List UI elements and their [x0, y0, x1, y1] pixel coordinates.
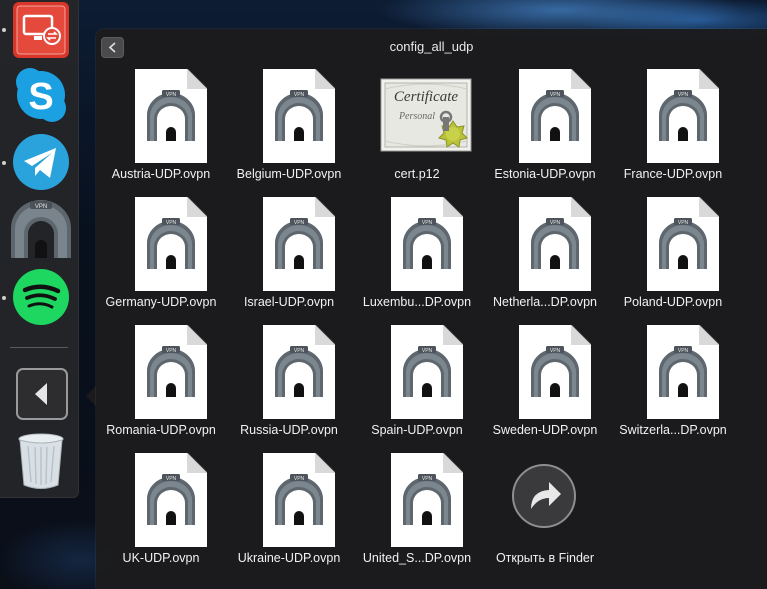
ovpn-file-item[interactable]: VPN Austria-UDP.ovpn [95, 63, 223, 183]
file-name-label: UK-UDP.ovpn [122, 551, 200, 565]
svg-text:VPN: VPN [166, 220, 177, 226]
svg-text:VPN: VPN [678, 348, 689, 354]
ovpn-file-item[interactable]: VPN France-UDP.ovpn [607, 63, 735, 183]
ovpn-file-item[interactable]: VPN Israel-UDP.ovpn [223, 191, 351, 311]
svg-text:VPN: VPN [550, 92, 561, 98]
ovpn-file-item[interactable]: VPN UK-UDP.ovpn [95, 447, 223, 567]
file-name-label: United_S...DP.ovpn [362, 551, 472, 565]
folder-stack-dock-icon[interactable] [10, 366, 72, 422]
file-name-label: Luxembu...DP.ovpn [362, 295, 472, 309]
file-name-label: Poland-UDP.ovpn [623, 295, 723, 309]
svg-text:VPN: VPN [422, 348, 433, 354]
stack-title: config_all_udp [389, 39, 474, 54]
file-name-label: Ukraine-UDP.ovpn [237, 551, 341, 565]
svg-text:VPN: VPN [166, 476, 177, 482]
remote-desktop-app-icon[interactable] [10, 0, 72, 62]
svg-text:VPN: VPN [294, 348, 305, 354]
spotify-app-icon[interactable] [10, 266, 72, 328]
svg-text:VPN: VPN [294, 476, 305, 482]
ovpn-file-icon: VPN [519, 68, 592, 163]
ovpn-file-icon: VPN [135, 324, 208, 419]
dock: S VPN [0, 0, 79, 498]
svg-text:VPN: VPN [678, 92, 689, 98]
svg-text:VPN: VPN [166, 92, 177, 98]
ovpn-file-icon: VPN [391, 324, 464, 419]
ovpn-file-icon: VPN [135, 196, 208, 291]
ovpn-file-item[interactable]: VPN Estonia-UDP.ovpn [479, 63, 607, 183]
svg-text:Personal: Personal [398, 111, 435, 122]
trash-icon[interactable] [10, 430, 72, 492]
file-name-label: Spain-UDP.ovpn [371, 423, 463, 437]
ovpn-file-item[interactable]: VPN Russia-UDP.ovpn [223, 319, 351, 439]
ovpn-file-icon: VPN [135, 68, 208, 163]
ovpn-file-item[interactable]: VPN Sweden-UDP.ovpn [479, 319, 607, 439]
file-name-label: Israel-UDP.ovpn [243, 295, 335, 309]
file-name-label: Estonia-UDP.ovpn [494, 167, 596, 181]
ovpn-file-item[interactable]: VPN Ukraine-UDP.ovpn [223, 447, 351, 567]
file-name-label: France-UDP.ovpn [623, 167, 723, 181]
ovpn-file-item[interactable]: VPN Spain-UDP.ovpn [351, 319, 479, 439]
ovpn-file-item[interactable]: VPN Belgium-UDP.ovpn [223, 63, 351, 183]
ovpn-file-icon: VPN [519, 196, 592, 291]
ovpn-file-icon: VPN [263, 324, 336, 419]
running-indicator [2, 296, 6, 300]
svg-text:S: S [28, 76, 53, 118]
ovpn-file-item[interactable]: VPN Luxembu...DP.ovpn [351, 191, 479, 311]
dock-separator [10, 347, 68, 348]
file-name-label: Sweden-UDP.ovpn [492, 423, 598, 437]
running-indicator [2, 28, 6, 32]
file-name-label: Romania-UDP.ovpn [106, 423, 216, 437]
open-in-finder-label: Открыть в Finder [495, 551, 595, 565]
ovpn-file-icon: VPN [391, 196, 464, 291]
open-in-finder-button[interactable]: Открыть в Finder [479, 447, 607, 567]
file-name-label: Netherla...DP.ovpn [493, 295, 597, 309]
telegram-app-icon[interactable] [10, 131, 72, 193]
vpn-client-app-icon[interactable]: VPN [10, 198, 72, 260]
ovpn-file-item[interactable]: VPN Germany-UDP.ovpn [95, 191, 223, 311]
ovpn-file-icon: VPN [135, 452, 208, 547]
svg-text:VPN: VPN [35, 204, 47, 210]
svg-text:Certificate: Certificate [394, 89, 458, 105]
skype-app-icon[interactable]: S [10, 64, 72, 126]
ovpn-file-icon: VPN [647, 324, 720, 419]
svg-text:VPN: VPN [550, 220, 561, 226]
svg-text:VPN: VPN [678, 220, 689, 226]
svg-text:VPN: VPN [422, 476, 433, 482]
ovpn-file-icon: VPN [263, 68, 336, 163]
ovpn-file-icon: VPN [391, 452, 464, 547]
svg-text:VPN: VPN [294, 92, 305, 98]
svg-text:VPN: VPN [422, 220, 433, 226]
ovpn-file-item[interactable]: VPN Poland-UDP.ovpn [607, 191, 735, 311]
svg-text:VPN: VPN [166, 348, 177, 354]
ovpn-file-icon: VPN [519, 324, 592, 419]
file-name-label: Germany-UDP.ovpn [105, 295, 217, 309]
svg-text:VPN: VPN [550, 348, 561, 354]
svg-text:VPN: VPN [294, 220, 305, 226]
ovpn-file-icon: VPN [647, 68, 720, 163]
ovpn-file-item[interactable]: VPN United_S...DP.ovpn [351, 447, 479, 567]
open-arrow-icon [511, 463, 577, 529]
folder-stack-popover: config_all_udp VPN Austria-UDP.ovpn VPN … [96, 29, 767, 589]
running-indicator [2, 161, 6, 165]
ovpn-file-icon: VPN [647, 196, 720, 291]
certificate-file-item[interactable]: Certificate Personal cert.p12 [351, 63, 479, 183]
ovpn-file-item[interactable]: VPN Romania-UDP.ovpn [95, 319, 223, 439]
file-name-label: Belgium-UDP.ovpn [236, 167, 342, 181]
file-name-label: Russia-UDP.ovpn [240, 423, 338, 437]
file-name-label: cert.p12 [394, 167, 440, 181]
ovpn-file-icon: VPN [263, 452, 336, 547]
ovpn-file-item[interactable]: VPN Switzerla...DP.ovpn [607, 319, 735, 439]
ovpn-file-icon: VPN [263, 196, 336, 291]
file-name-label: Austria-UDP.ovpn [111, 167, 211, 181]
file-name-label: Switzerla...DP.ovpn [619, 423, 727, 437]
ovpn-file-item[interactable]: VPN Netherla...DP.ovpn [479, 191, 607, 311]
certificate-icon: Certificate Personal [379, 77, 472, 171]
